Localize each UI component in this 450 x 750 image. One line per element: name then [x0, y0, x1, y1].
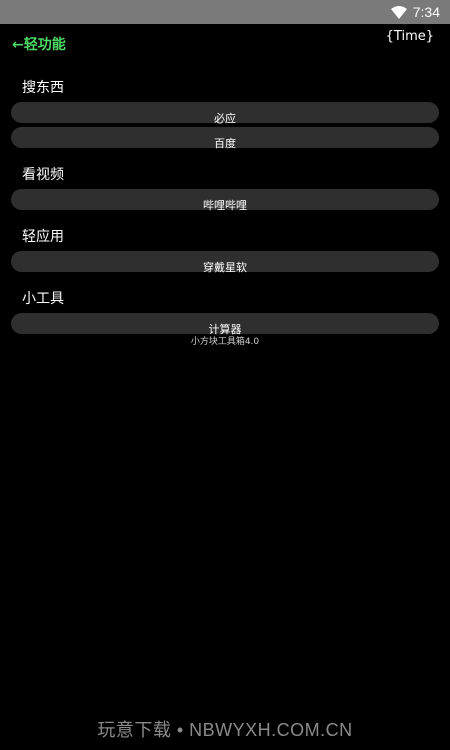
section-title-search: 搜东西	[22, 80, 64, 96]
status-right: 7:34	[390, 0, 440, 24]
section-title-tools: 小工具	[22, 291, 64, 307]
bing-button-label: 必应	[214, 112, 236, 125]
wearable-soft-button-label: 穿戴星软	[203, 261, 247, 274]
calculator-button[interactable]: 计算器	[11, 313, 439, 336]
status-bar: 7:34	[0, 0, 450, 24]
section-title-light-apps: 轻应用	[22, 229, 64, 245]
wifi-icon	[390, 5, 407, 19]
section-title-video: 看视频	[22, 167, 64, 183]
bing-button[interactable]: 必应	[11, 102, 439, 125]
watermark: 玩意下载 • NBWYXH.COM.CN	[97, 720, 353, 740]
time-placeholder: {Time}	[385, 29, 434, 44]
bilibili-button[interactable]: 哔哩哔哩	[11, 189, 439, 212]
bilibili-button-label: 哔哩哔哩	[203, 199, 247, 212]
baidu-button-label: 百度	[214, 137, 236, 150]
status-time: 7:34	[412, 4, 440, 20]
back-button[interactable]: ←轻功能	[12, 34, 66, 54]
wearable-soft-button[interactable]: 穿戴星软	[11, 251, 439, 274]
baidu-button[interactable]: 百度	[11, 127, 439, 150]
footer-credit: 小方块工具箱4.0	[190, 337, 260, 347]
